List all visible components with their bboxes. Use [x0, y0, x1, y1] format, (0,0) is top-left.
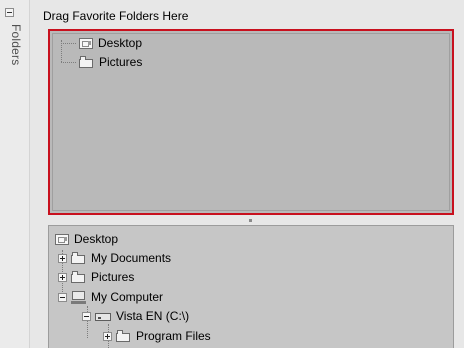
favorite-item-pictures[interactable]: Pictures: [79, 53, 142, 71]
desktop-icon: [79, 37, 93, 49]
expand-icon[interactable]: [103, 331, 112, 341]
favorite-item-label: Desktop: [98, 36, 143, 50]
folder-icon: [71, 252, 86, 264]
tree-item-label: My Documents: [91, 251, 172, 265]
desktop-icon: [55, 233, 69, 245]
drive-icon: [95, 311, 111, 322]
tree-item-desktop[interactable]: Desktop: [55, 230, 118, 248]
tree-item-label: Vista EN (C:\): [116, 309, 190, 323]
tree-connector: [61, 62, 76, 63]
expand-icon[interactable]: [58, 253, 67, 263]
tree-item-drive-c[interactable]: Vista EN (C:\): [82, 307, 189, 325]
folder-icon: [71, 271, 86, 283]
tree-item-my-computer[interactable]: My Computer: [58, 288, 163, 306]
tree-item-label: My Computer: [91, 290, 164, 304]
folder-icon: [79, 56, 94, 68]
folders-tab-label: Folders: [9, 24, 23, 66]
tree-item-my-documents[interactable]: My Documents: [58, 249, 171, 267]
favorite-item-desktop[interactable]: Desktop: [79, 34, 142, 52]
tree-item-label: Pictures: [91, 270, 135, 284]
folder-icon: [116, 330, 131, 342]
computer-icon: [71, 290, 86, 304]
favorites-header: Drag Favorite Folders Here: [43, 9, 189, 23]
tree-connector: [61, 43, 76, 44]
collapse-icon[interactable]: [82, 311, 91, 321]
collapse-pane-button[interactable]: [5, 8, 14, 17]
tree-item-program-files[interactable]: Program Files: [103, 327, 211, 345]
tree-item-label: Desktop: [74, 232, 119, 246]
collapse-icon[interactable]: [58, 292, 67, 302]
tree-item-pictures[interactable]: Pictures: [58, 268, 134, 286]
favorite-item-label: Pictures: [99, 55, 143, 69]
folders-sidebar-tab[interactable]: Folders: [0, 0, 30, 348]
tree-item-label: Program Files: [136, 329, 211, 343]
pane-splitter[interactable]: [249, 219, 252, 222]
expand-icon[interactable]: [58, 272, 67, 282]
